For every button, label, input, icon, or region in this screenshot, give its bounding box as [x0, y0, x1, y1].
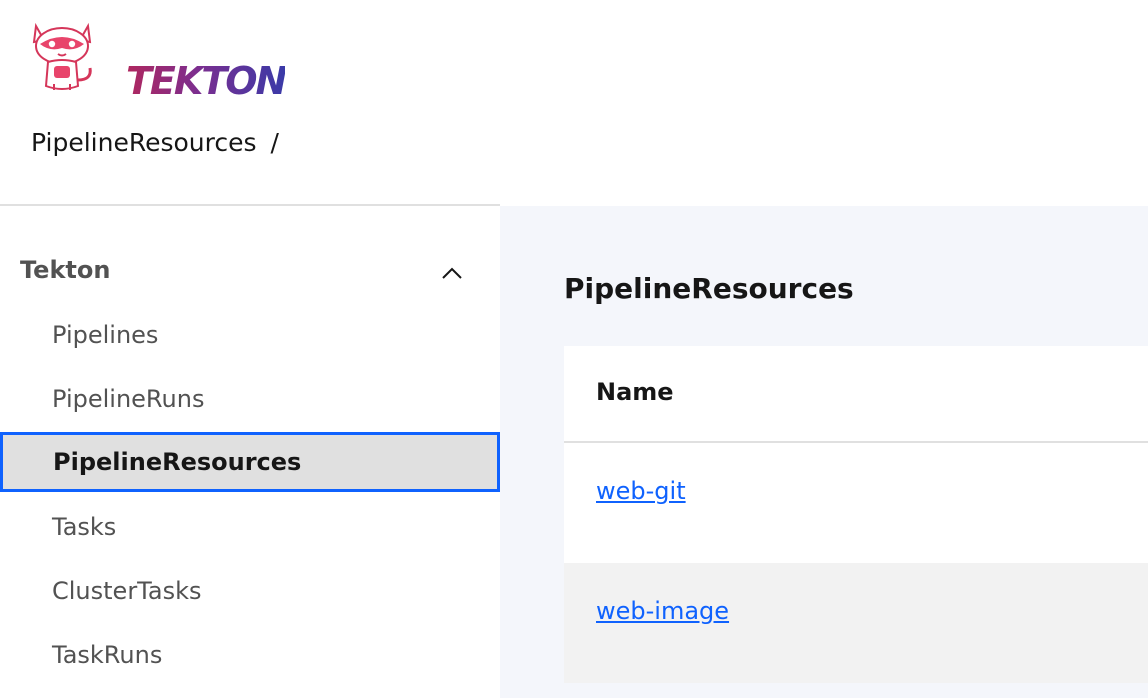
sidebar-item-pipelineruns[interactable]: PipelineRuns [0, 369, 500, 429]
table-header: Name [564, 346, 1148, 443]
page-title: PipelineResources [564, 272, 854, 305]
chevron-up-icon[interactable] [440, 262, 464, 286]
sidebar: Tekton Pipelines PipelineRuns PipelineRe… [0, 206, 500, 698]
tekton-logo-text: TEKTON [126, 59, 287, 103]
sidebar-item-taskruns[interactable]: TaskRuns [0, 625, 500, 685]
sidebar-item-label: Tasks [52, 513, 117, 541]
breadcrumb: PipelineResources / [31, 128, 279, 157]
sidebar-item-label: PipelineRuns [52, 385, 205, 413]
sidebar-item-clustertasks[interactable]: ClusterTasks [0, 561, 500, 621]
column-header-name[interactable]: Name [596, 378, 674, 406]
sidebar-item-tasks[interactable]: Tasks [0, 497, 500, 557]
resource-link[interactable]: web-git [596, 477, 686, 505]
sidebar-item-pipelines[interactable]: Pipelines [0, 305, 500, 365]
breadcrumb-current: PipelineResources [31, 128, 257, 157]
resource-link[interactable]: web-image [596, 597, 729, 625]
sidebar-item-pipelineresources[interactable]: PipelineResources [0, 432, 500, 492]
sidebar-item-label: ClusterTasks [52, 577, 202, 605]
breadcrumb-separator: / [270, 128, 279, 157]
table-row: web-git [564, 443, 1148, 563]
sidebar-item-label: Pipelines [52, 321, 159, 349]
tekton-logo[interactable]: TEKTON [30, 22, 287, 100]
tekton-cat-icon [32, 22, 92, 90]
main-content: PipelineResources Name web-git web-image [500, 206, 1148, 698]
table-row: web-image [564, 563, 1148, 683]
sidebar-item-label: PipelineResources [53, 448, 302, 476]
sidebar-item-label: TaskRuns [52, 641, 163, 669]
resources-table: Name web-git web-image [564, 346, 1148, 683]
sidebar-section-title[interactable]: Tekton [20, 256, 110, 284]
